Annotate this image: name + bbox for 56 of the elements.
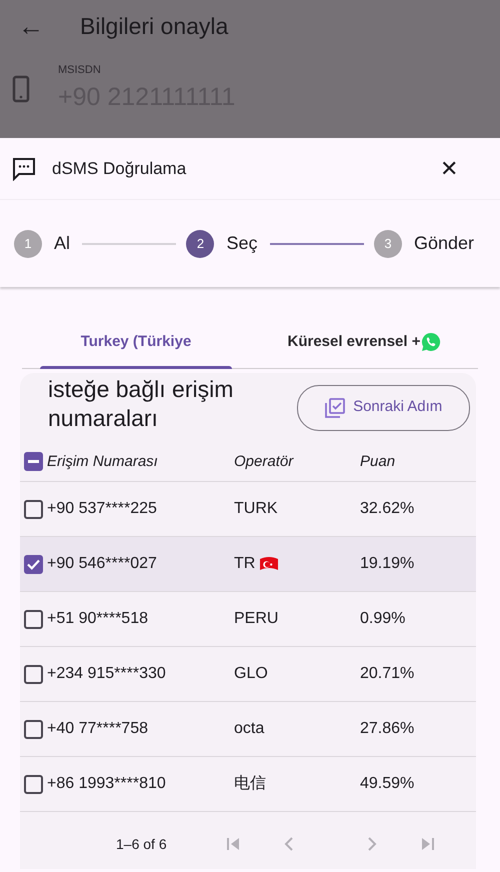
step-number: 3 [374,230,402,258]
table-cell-text: +86 1993****810 [47,774,166,794]
table-row[interactable]: +90 546****027 TR 19.19% [20,537,476,592]
table-cell-text: +234 915****330 [47,664,166,684]
table-row[interactable]: +40 77****758 octa 27.86% [20,702,476,758]
close-button[interactable]: ✕ [434,151,464,186]
checkmark-icon [27,558,40,570]
table-cell: 19.19% [360,555,414,572]
table-cell: 32.62% [360,500,414,518]
chat-app-icon [420,332,440,352]
page-title: Bilgileri onayla [80,12,228,41]
tab[interactable]: Küresel evrensel + [250,319,478,368]
column-header: Puan [360,452,396,470]
row-checkbox[interactable] [24,500,43,519]
table-row[interactable]: +234 915****330 GLO 20.71% [20,647,476,702]
step-number: 1 [14,230,42,258]
step-label[interactable]: Al [54,230,70,257]
card-title: isteğe bağlı erişim numaraları [48,374,234,434]
row-checkbox[interactable] [24,610,43,629]
step-label[interactable]: Gönder [414,230,474,257]
step-number: 2 [186,230,214,258]
row-checkbox[interactable] [24,664,43,684]
next-step-button[interactable]: Sonraki Adım [297,384,470,430]
phone-icon [12,75,30,103]
table-row[interactable]: +86 1993****810 电信 49.59% [20,757,476,812]
select-all-checkbox[interactable] [24,452,43,472]
table-cell: 49.59% [360,775,414,792]
flag-icon [259,556,280,572]
tab[interactable]: Turkey (Türkiye [22,319,250,368]
table-cell-text: 电信 [234,774,266,794]
page-range: 1–6 of 6 [116,834,167,854]
minus-icon [28,460,39,464]
table-cell-text: +51 90****518 [47,609,148,630]
checklist-icon [325,398,346,418]
table-row[interactable]: +51 90****518 PERU 0.99% [20,592,476,648]
table-cell-text: TURK [234,499,278,520]
table-cell-text: octa [234,719,264,740]
table-cell-text: +40 77****758 [47,719,148,740]
column-header: Operatör [234,452,294,470]
field-label: MSISDN [58,63,102,78]
table-cell-text: +90 537****225 [47,499,157,520]
table-cell: 27.86% [360,720,414,738]
table-cell-text: TR [234,554,256,574]
message-icon [12,156,36,180]
row-checkbox[interactable] [24,774,43,794]
back-button[interactable]: ← [12,6,50,46]
row-checkbox[interactable] [24,554,43,574]
sheet-title: dSMS Doğrulama [52,158,186,180]
step-label[interactable]: Seç [226,230,258,257]
table-cell-text: +90 546****027 [47,554,157,574]
table-cell: 0.99% [360,610,406,628]
column-header: Erişim Numarası [47,452,158,472]
table-cell-text: GLO [234,664,268,684]
table-cell: 20.71% [360,665,414,682]
table-cell-text: PERU [234,609,278,630]
row-checkbox[interactable] [24,720,43,739]
